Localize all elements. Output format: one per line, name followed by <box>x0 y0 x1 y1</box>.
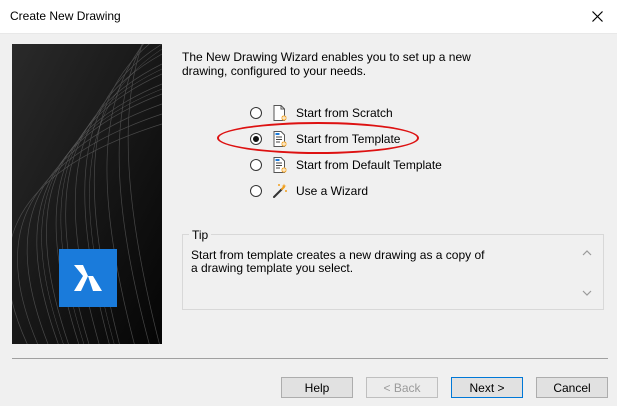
option-start-from-default-template[interactable]: Start from Default Template <box>250 156 442 174</box>
tip-text: Start from template creates a new drawin… <box>191 248 485 275</box>
next-button[interactable]: Next > <box>451 377 523 398</box>
tip-groupbox: Tip Start from template creates a new dr… <box>182 228 604 310</box>
wizard-wand-icon <box>273 183 287 198</box>
radio-use-a-wizard[interactable] <box>250 185 262 197</box>
scroll-up-arrow[interactable] <box>581 249 593 261</box>
intro-text: The New Drawing Wizard enables you to se… <box>182 50 471 78</box>
tip-legend: Tip <box>189 228 212 242</box>
option-start-from-scratch[interactable]: Start from Scratch <box>250 104 393 122</box>
create-new-drawing-dialog: Create New Drawing The New Drawing Wizar… <box>0 0 617 406</box>
chevron-up-icon <box>582 250 592 256</box>
close-button[interactable] <box>577 0 617 33</box>
window-title: Create New Drawing <box>10 9 121 23</box>
footer-separator <box>12 358 608 359</box>
back-button[interactable]: < Back <box>366 377 438 398</box>
red-highlight-annotation <box>217 122 419 154</box>
scroll-down-arrow[interactable] <box>581 289 593 301</box>
help-button[interactable]: Help <box>281 377 353 398</box>
template-document-icon <box>273 157 287 173</box>
title-bar[interactable]: Create New Drawing <box>0 0 617 34</box>
bricscad-logo-icon <box>74 265 102 291</box>
option-label: Start from Default Template <box>296 158 442 172</box>
wizard-banner-image <box>12 44 162 344</box>
option-label: Start from Scratch <box>296 106 393 120</box>
blank-document-icon <box>273 105 287 121</box>
radio-start-from-scratch[interactable] <box>250 107 262 119</box>
option-label: Use a Wizard <box>296 184 369 198</box>
option-use-a-wizard[interactable]: Use a Wizard <box>250 182 368 200</box>
bricscad-logo <box>59 249 117 307</box>
radio-start-from-default-template[interactable] <box>250 159 262 171</box>
chevron-down-icon <box>582 290 592 296</box>
close-icon <box>591 11 603 22</box>
cancel-button[interactable]: Cancel <box>536 377 608 398</box>
